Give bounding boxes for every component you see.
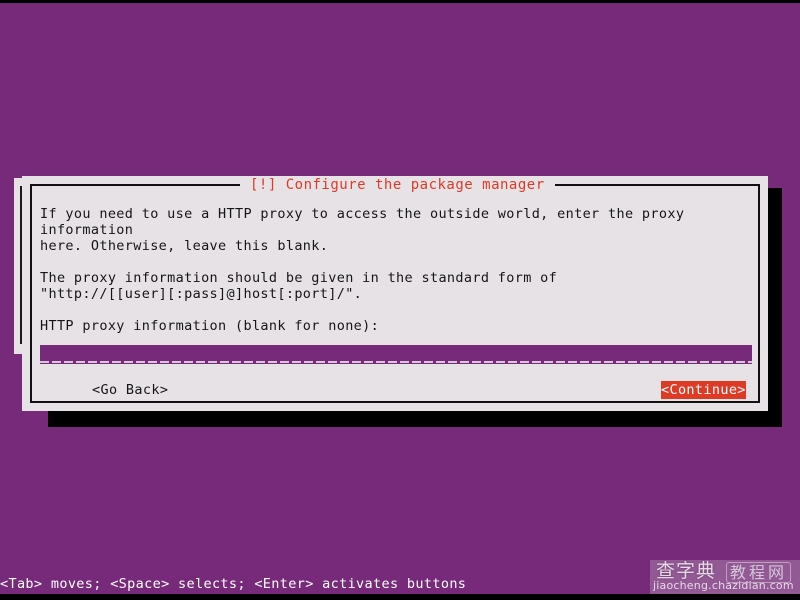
configure-package-manager-dialog: If you need to use a HTTP proxy to acces… <box>22 176 768 411</box>
dialog-button-row: <Go Back> <Continue> <box>40 381 752 399</box>
watermark-url: jiaocheng.chazidian.com <box>653 579 794 592</box>
screen-top-band <box>0 0 800 3</box>
terminal-screen: If you need to use a HTTP proxy to acces… <box>0 0 800 600</box>
continue-button[interactable]: <Continue> <box>661 381 746 399</box>
screen-bottom-band <box>0 594 800 600</box>
site-watermark: 查字典 教程网 jiaocheng.chazidian.com <box>650 560 800 594</box>
dialog-paragraph-1: If you need to use a HTTP proxy to acces… <box>40 206 685 254</box>
proxy-field-label: HTTP proxy information (blank for none): <box>40 318 380 334</box>
dialog-body: If you need to use a HTTP proxy to acces… <box>40 206 752 399</box>
proxy-input-wrapper[interactable] <box>40 345 752 364</box>
go-back-button[interactable]: <Go Back> <box>92 381 168 399</box>
dialog-paragraph-2: The proxy information should be given in… <box>40 270 558 302</box>
dialog-title: [!] Configure the package manager <box>240 176 555 194</box>
proxy-input-underline <box>40 361 752 363</box>
